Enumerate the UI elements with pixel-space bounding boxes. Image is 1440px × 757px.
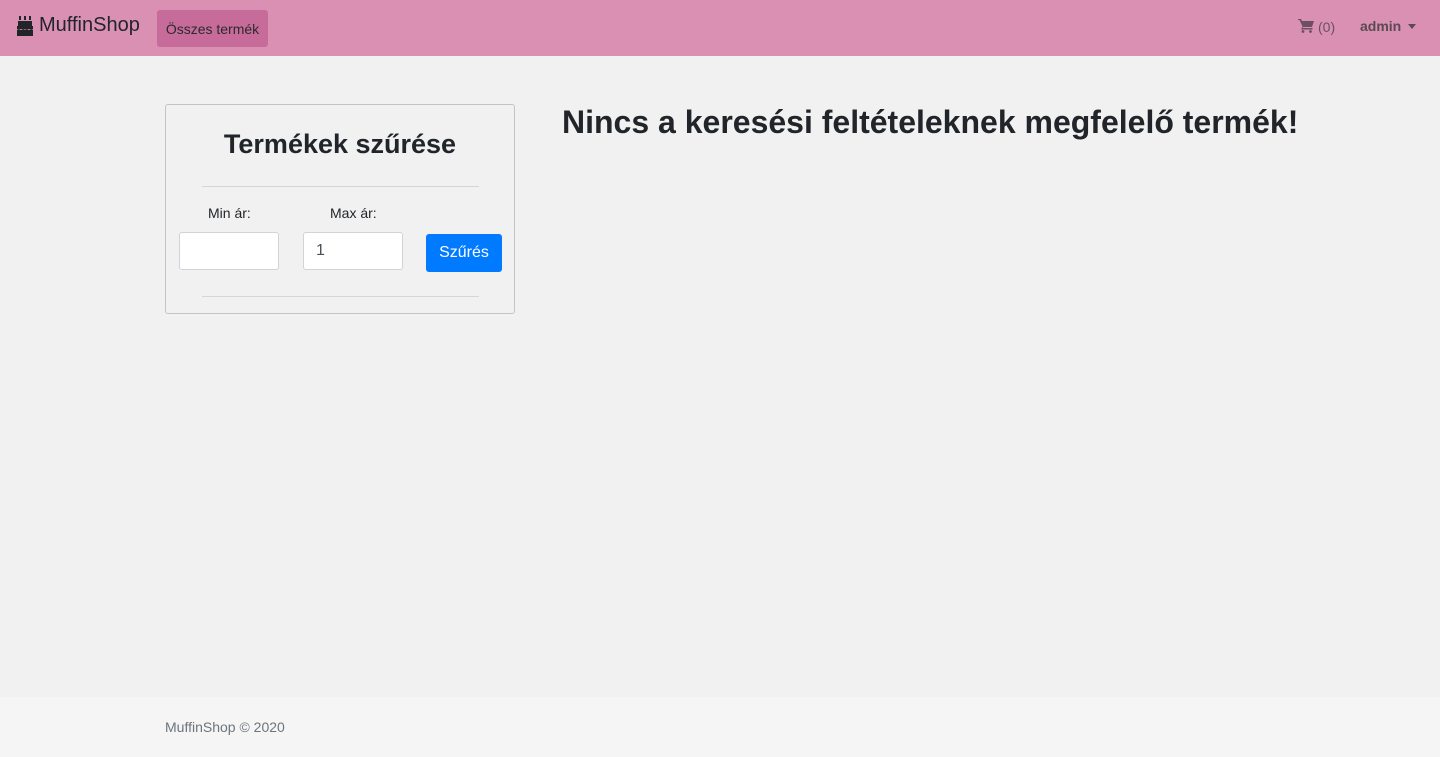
min-price-input[interactable] xyxy=(179,232,279,270)
filter-button[interactable]: Szűrés xyxy=(426,234,502,272)
cart-link[interactable]: (0) xyxy=(1298,18,1335,36)
caret-down-icon xyxy=(1408,23,1417,29)
divider xyxy=(202,296,479,297)
no-results-message: Nincs a keresési feltételeknek megfelelő… xyxy=(562,104,1299,140)
footer-copyright: MuffinShop © 2020 xyxy=(165,719,285,735)
max-price-label: Max ár: xyxy=(330,205,377,221)
cart-count: (0) xyxy=(1318,19,1336,35)
filter-title: Termékek szűrése xyxy=(223,129,457,159)
birthday-cake-icon xyxy=(16,15,34,36)
filter-card: Termékek szűrése Min ár: Max ár: Szűrés xyxy=(165,104,515,314)
footer: MuffinShop © 2020 xyxy=(0,697,1440,757)
shopping-cart-icon xyxy=(1298,18,1314,36)
min-price-label: Min ár: xyxy=(208,205,251,221)
user-name: admin xyxy=(1360,18,1402,34)
brand-label: MuffinShop xyxy=(39,14,140,36)
divider xyxy=(202,186,479,187)
navbar: MuffinShop Összes termék (0) admin xyxy=(0,0,1440,56)
brand-link[interactable]: MuffinShop xyxy=(16,14,140,37)
user-dropdown[interactable]: admin xyxy=(1360,18,1417,34)
nav-all-products[interactable]: Összes termék xyxy=(157,10,268,47)
max-price-input[interactable] xyxy=(303,232,403,270)
